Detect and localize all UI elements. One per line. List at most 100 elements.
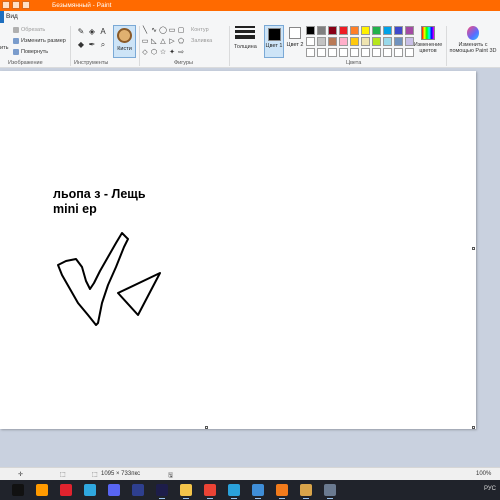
app-icon[interactable] bbox=[324, 484, 336, 499]
palette-swatch[interactable] bbox=[350, 37, 359, 46]
quick-access-toolbar bbox=[2, 1, 30, 9]
select-button[interactable]: ить bbox=[0, 45, 8, 51]
star-shape-icon[interactable]: ☆ bbox=[159, 49, 167, 57]
palette-swatch[interactable] bbox=[339, 48, 348, 57]
palette-swatch[interactable] bbox=[328, 48, 337, 57]
palette-swatch[interactable] bbox=[372, 26, 381, 35]
ribbon-divider bbox=[139, 26, 140, 66]
windows-store-icon[interactable] bbox=[252, 484, 264, 499]
palette-swatch[interactable] bbox=[383, 26, 392, 35]
palette-swatch[interactable] bbox=[372, 48, 381, 57]
diamond-shape-icon[interactable]: ◇ bbox=[141, 49, 149, 57]
palette-swatch[interactable] bbox=[361, 48, 370, 57]
palette-swatch[interactable] bbox=[306, 26, 315, 35]
palette-swatch[interactable] bbox=[394, 48, 403, 57]
paint3d-button[interactable]: Изменить с помощью Paint 3D bbox=[448, 26, 498, 54]
palette-swatch[interactable] bbox=[328, 37, 337, 46]
color-palette bbox=[306, 26, 414, 57]
image-group-label: Изображение bbox=[8, 60, 43, 66]
palette-swatch[interactable] bbox=[361, 37, 370, 46]
pencil-icon[interactable]: ✎ bbox=[76, 27, 86, 36]
palette-swatch[interactable] bbox=[361, 26, 370, 35]
fl-studio-icon[interactable] bbox=[276, 484, 288, 499]
rotate-icon bbox=[13, 49, 19, 55]
crop-button[interactable]: Обрезать bbox=[21, 27, 45, 33]
oval-shape-icon[interactable]: ◯ bbox=[159, 27, 167, 35]
palette-swatch[interactable] bbox=[317, 26, 326, 35]
resize-handle-corner[interactable] bbox=[472, 426, 475, 429]
tab-view[interactable]: Вид bbox=[6, 13, 18, 20]
undo-icon[interactable] bbox=[12, 1, 20, 9]
palette-swatch[interactable] bbox=[383, 48, 392, 57]
resize-handle-right[interactable] bbox=[472, 247, 475, 250]
rounded-rectangle-shape-icon[interactable]: ▢ bbox=[177, 27, 185, 35]
file-explorer-icon[interactable] bbox=[180, 484, 192, 499]
pentagon-shape-icon[interactable]: ⬠ bbox=[177, 38, 185, 46]
hexagon-shape-icon[interactable]: ⬡ bbox=[150, 49, 158, 57]
photoshop-icon[interactable] bbox=[132, 484, 144, 496]
text-icon[interactable]: A bbox=[98, 27, 108, 36]
palette-swatch[interactable] bbox=[317, 37, 326, 46]
line-shape-icon[interactable]: ╲ bbox=[141, 27, 149, 35]
palette-swatch[interactable] bbox=[339, 37, 348, 46]
redo-icon[interactable] bbox=[22, 1, 30, 9]
triangle-shape-icon[interactable]: △ bbox=[159, 38, 167, 46]
paint-icon[interactable] bbox=[300, 484, 312, 499]
resize-handle-bottom[interactable] bbox=[205, 426, 208, 429]
color1-button[interactable]: Цвет 1 bbox=[264, 25, 284, 58]
color-picker-icon[interactable]: ✒ bbox=[87, 40, 97, 49]
menu-bar: Вид bbox=[0, 11, 500, 23]
outline-button[interactable]: Контур bbox=[191, 27, 209, 33]
palette-swatch[interactable] bbox=[317, 48, 326, 57]
star4-shape-icon[interactable]: ✦ bbox=[168, 49, 176, 57]
palette-swatch[interactable] bbox=[350, 48, 359, 57]
drawing-canvas[interactable] bbox=[0, 71, 476, 429]
crop-icon bbox=[13, 27, 19, 33]
resize-button[interactable]: Изменить размер bbox=[21, 38, 66, 44]
image-size-icon: ⬚ bbox=[92, 472, 98, 478]
chrome-icon[interactable] bbox=[204, 484, 216, 499]
palette-swatch[interactable] bbox=[306, 48, 315, 57]
palette-swatch[interactable] bbox=[394, 26, 403, 35]
right-triangle-shape-icon[interactable]: ◺ bbox=[150, 38, 158, 46]
curve-shape-icon[interactable]: ∿ bbox=[150, 27, 158, 35]
palette-swatch[interactable] bbox=[394, 37, 403, 46]
chrome-like-icon[interactable] bbox=[84, 484, 96, 496]
palette-swatch[interactable] bbox=[328, 26, 337, 35]
palette-swatch[interactable] bbox=[383, 37, 392, 46]
eraser-icon[interactable]: ◆ bbox=[76, 40, 86, 49]
palette-swatch[interactable] bbox=[339, 26, 348, 35]
language-indicator[interactable]: РУС bbox=[484, 486, 496, 492]
palette-swatch[interactable] bbox=[306, 37, 315, 46]
rotate-button[interactable]: Повернуть bbox=[21, 49, 48, 55]
brushes-button[interactable]: Кисти bbox=[113, 25, 136, 58]
opera-icon[interactable] bbox=[60, 484, 72, 496]
polygon-shape-icon[interactable]: ▭ bbox=[141, 38, 149, 46]
arrow-right-shape-icon[interactable]: ⇨ bbox=[177, 49, 185, 57]
fill-button[interactable]: Заливка bbox=[191, 38, 212, 44]
selection-size-icon: ⬚ bbox=[60, 472, 66, 478]
palette-swatch[interactable] bbox=[372, 37, 381, 46]
tools-grid: ✎ ◈ A ◆ ✒ ⌕ bbox=[76, 27, 108, 49]
color1-swatch bbox=[268, 28, 281, 41]
save-icon[interactable] bbox=[2, 1, 10, 9]
arrow-shape-icon[interactable]: ▷ bbox=[168, 38, 176, 46]
canvas-text: льопа з - Лещь mini ep bbox=[53, 187, 146, 217]
palette-swatch[interactable] bbox=[350, 26, 359, 35]
fill-icon[interactable]: ◈ bbox=[87, 27, 97, 36]
canvas-text-line2: mini ep bbox=[53, 202, 97, 216]
rectangle-shape-icon[interactable]: ▭ bbox=[168, 27, 176, 35]
edit-colors-button[interactable]: Изменение цветов bbox=[412, 26, 444, 54]
magnifier-icon[interactable]: ⌕ bbox=[98, 40, 108, 49]
color2-button[interactable]: Цвет 2 bbox=[286, 25, 304, 58]
paint3d-label: Изменить с помощью Paint 3D bbox=[449, 42, 497, 54]
discord-icon[interactable] bbox=[108, 484, 120, 496]
telegram-icon[interactable] bbox=[228, 484, 240, 499]
premiere-icon[interactable] bbox=[156, 484, 168, 499]
taskbar: РУС bbox=[0, 480, 500, 500]
tab-file[interactable] bbox=[0, 11, 4, 23]
illustrator-icon[interactable] bbox=[36, 484, 48, 496]
resize-icon bbox=[13, 38, 19, 44]
stroke-width-button[interactable] bbox=[232, 26, 258, 41]
tiktok-icon[interactable] bbox=[12, 484, 24, 496]
